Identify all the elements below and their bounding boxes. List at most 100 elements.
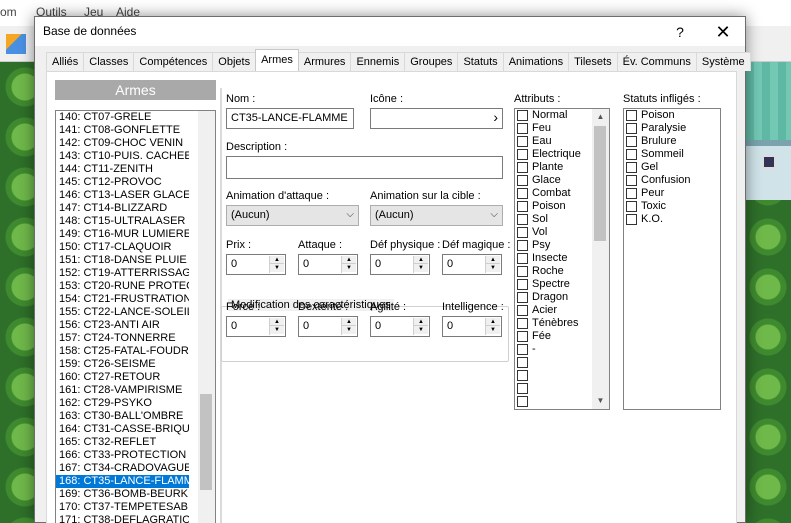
- checkbox[interactable]: [626, 175, 637, 186]
- price-stepper[interactable]: 0 ▲ ▼: [226, 254, 286, 275]
- checkbox[interactable]: [517, 305, 528, 316]
- checkbox-row[interactable]: Confusion: [624, 174, 720, 187]
- scrollbar-thumb[interactable]: [200, 394, 212, 490]
- checkbox[interactable]: [517, 266, 528, 277]
- list-item[interactable]: 145: CT12-PROVOC: [56, 176, 189, 189]
- checkbox-row[interactable]: Gel: [624, 161, 720, 174]
- attack-animation-select[interactable]: (Aucun) ⌵: [226, 205, 359, 226]
- checkbox[interactable]: [517, 370, 528, 381]
- tab-tilesets[interactable]: Tilesets: [568, 52, 618, 71]
- list-item[interactable]: 152: CT19-ATTERRISSAG: [56, 267, 189, 280]
- down-arrow-icon[interactable]: ▼: [414, 326, 428, 334]
- down-arrow-icon[interactable]: ▼: [270, 326, 284, 334]
- checkbox[interactable]: [517, 279, 528, 290]
- up-arrow-icon[interactable]: ▲: [486, 256, 500, 264]
- description-field[interactable]: [226, 156, 503, 179]
- scrollbar-thumb[interactable]: [594, 126, 606, 241]
- checkbox[interactable]: [517, 201, 528, 212]
- tab-animations[interactable]: Animations: [502, 52, 570, 71]
- checkbox[interactable]: [517, 227, 528, 238]
- menu-item-edition[interactable]: om: [0, 5, 17, 19]
- checkbox[interactable]: [517, 292, 528, 303]
- list-item[interactable]: 144: CT11-ZENITH: [56, 163, 189, 176]
- checkbox-row[interactable]: Poison: [624, 109, 720, 122]
- checkbox[interactable]: [517, 110, 528, 121]
- down-arrow-icon[interactable]: ▼: [342, 326, 356, 334]
- checkbox[interactable]: [626, 110, 637, 121]
- list-item[interactable]: 165: CT32-REFLET: [56, 436, 189, 449]
- list-item[interactable]: 149: CT16-MUR LUMIERE: [56, 228, 189, 241]
- checkbox-row[interactable]: Sommeil: [624, 148, 720, 161]
- checkbox[interactable]: [517, 318, 528, 329]
- tab-classes[interactable]: Classes: [83, 52, 135, 71]
- tab-systeme[interactable]: Système: [695, 52, 751, 71]
- list-item[interactable]: 161: CT28-VAMPIRISME: [56, 384, 189, 397]
- down-arrow-icon[interactable]: ▼: [270, 264, 284, 272]
- tab-armures[interactable]: Armures: [297, 52, 352, 71]
- down-arrow-icon[interactable]: ▼: [486, 264, 500, 272]
- checkbox[interactable]: [517, 162, 528, 173]
- tab-ennemis[interactable]: Ennemis: [350, 52, 406, 71]
- checkbox-row[interactable]: Peur: [624, 187, 720, 200]
- checkbox[interactable]: [626, 201, 637, 212]
- tab-allies[interactable]: Alliés: [46, 52, 85, 71]
- checkbox-row[interactable]: Brulure: [624, 135, 720, 148]
- tab-competences[interactable]: Compétences: [133, 52, 214, 71]
- list-item[interactable]: 162: CT29-PSYKO: [56, 397, 189, 410]
- checkbox[interactable]: [517, 136, 528, 147]
- target-animation-select[interactable]: (Aucun) ⌵: [370, 205, 503, 226]
- checkbox[interactable]: [517, 331, 528, 342]
- list-item[interactable]: 163: CT30-BALL'OMBRE: [56, 410, 189, 423]
- list-item[interactable]: 157: CT24-TONNERRE: [56, 332, 189, 345]
- checkbox[interactable]: [517, 344, 528, 355]
- list-item[interactable]: 148: CT15-ULTRALASER: [56, 215, 189, 228]
- checkbox[interactable]: [626, 149, 637, 160]
- attack-stepper[interactable]: 0 ▲ ▼: [298, 254, 358, 275]
- checkbox[interactable]: [626, 188, 637, 199]
- checkbox[interactable]: [517, 188, 528, 199]
- checkbox-row[interactable]: Paralysie: [624, 122, 720, 135]
- list-item[interactable]: 142: CT09-CHOC VENIN: [56, 137, 189, 150]
- list-item[interactable]: 154: CT21-FRUSTRATION: [56, 293, 189, 306]
- phys-def-stepper[interactable]: 0 ▲ ▼: [370, 254, 430, 275]
- help-button[interactable]: ?: [665, 21, 695, 43]
- name-field[interactable]: CT35-LANCE-FLAMME: [226, 108, 354, 129]
- tab-groupes[interactable]: Groupes: [404, 52, 459, 71]
- checkbox[interactable]: [517, 214, 528, 225]
- mag-def-stepper[interactable]: 0 ▲ ▼: [442, 254, 502, 275]
- list-item[interactable]: 155: CT22-LANCE-SOLEIL: [56, 306, 189, 319]
- list-item[interactable]: 168: CT35-LANCE-FLAMM: [56, 475, 189, 488]
- intelligence-stepper[interactable]: 0 ▲ ▼: [442, 316, 502, 337]
- list-item[interactable]: 140: CT07-GRELE: [56, 111, 189, 124]
- down-arrow-icon[interactable]: ▼: [486, 326, 500, 334]
- checkbox[interactable]: [517, 396, 528, 407]
- tab-ev-communs[interactable]: Év. Communs: [616, 52, 697, 71]
- weapon-list-scrollbar[interactable]: [198, 111, 215, 523]
- layers-icon[interactable]: [6, 34, 26, 54]
- up-arrow-icon[interactable]: ▲: [342, 256, 356, 264]
- list-item[interactable]: 153: CT20-RUNE PROTEC: [56, 280, 189, 293]
- chevron-down-icon[interactable]: ▼: [592, 393, 609, 409]
- checkbox[interactable]: [517, 149, 528, 160]
- up-arrow-icon[interactable]: ▲: [342, 318, 356, 326]
- list-item[interactable]: 167: CT34-CRADOVAGUE: [56, 462, 189, 475]
- checkbox[interactable]: [626, 123, 637, 134]
- tab-armes[interactable]: Armes: [255, 49, 299, 71]
- checkbox-row[interactable]: K.O.: [624, 213, 720, 226]
- attributes-scrollbar[interactable]: ▲ ▼: [592, 109, 609, 409]
- list-item[interactable]: 169: CT36-BOMB-BEURK: [56, 488, 189, 501]
- list-item[interactable]: 170: CT37-TEMPETESABI: [56, 501, 189, 514]
- up-arrow-icon[interactable]: ▲: [270, 318, 284, 326]
- list-item[interactable]: 166: CT33-PROTECTION: [56, 449, 189, 462]
- checkbox[interactable]: [626, 136, 637, 147]
- list-item[interactable]: 159: CT26-SEISME: [56, 358, 189, 371]
- list-item[interactable]: 141: CT08-GONFLETTE: [56, 124, 189, 137]
- checkbox[interactable]: [626, 162, 637, 173]
- chevron-up-icon[interactable]: ▲: [592, 109, 609, 125]
- up-arrow-icon[interactable]: ▲: [270, 256, 284, 264]
- down-arrow-icon[interactable]: ▼: [414, 264, 428, 272]
- list-item[interactable]: 160: CT27-RETOUR: [56, 371, 189, 384]
- list-item[interactable]: 151: CT18-DANSE PLUIE: [56, 254, 189, 267]
- checkbox[interactable]: [517, 240, 528, 251]
- checkbox[interactable]: [517, 383, 528, 394]
